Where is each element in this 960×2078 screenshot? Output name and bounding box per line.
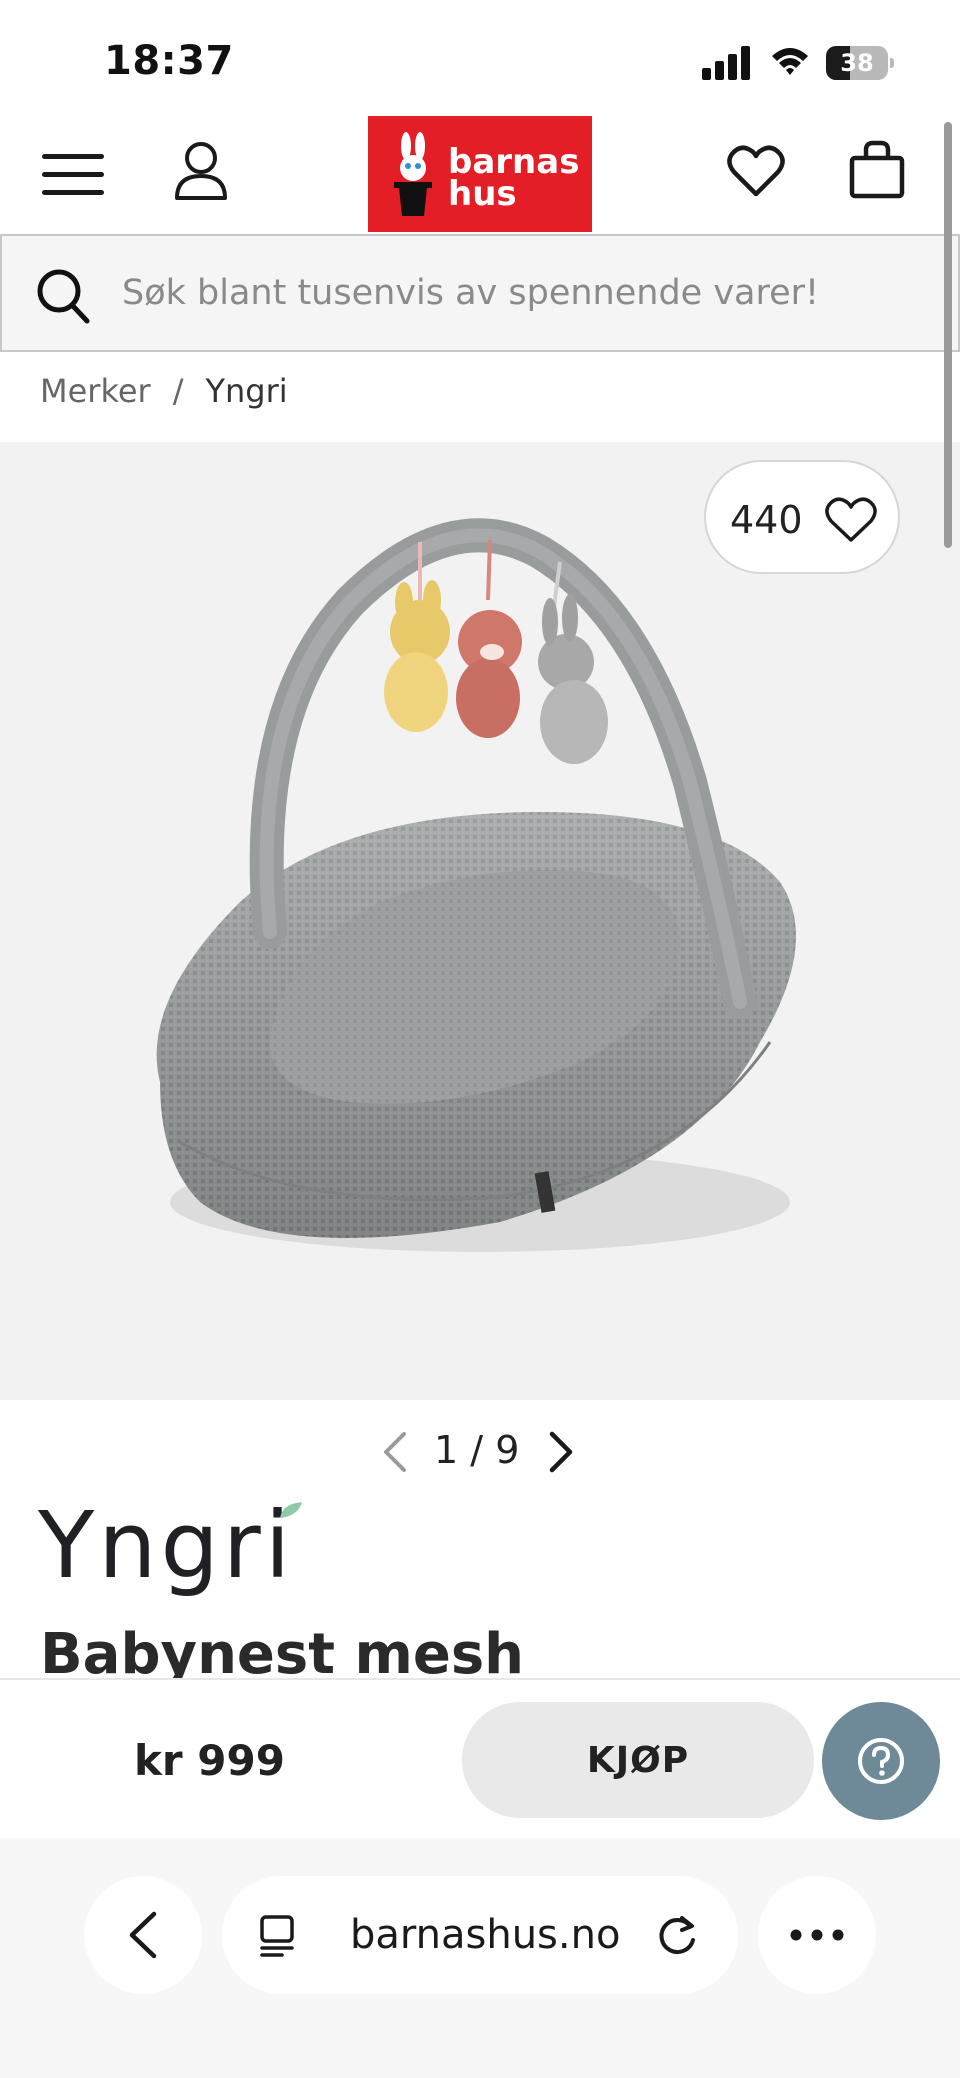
battery-icon: 38 <box>826 46 894 80</box>
browser-toolbar: barnashus.no <box>0 1838 960 2078</box>
breadcrumb-link-merker[interactable]: Merker <box>40 372 151 410</box>
status-time: 18:37 <box>104 38 234 84</box>
gallery-pager: 1 / 9 <box>380 1424 580 1480</box>
menu-icon[interactable] <box>40 148 106 202</box>
brand-leaf-icon <box>280 1502 302 1518</box>
question-mark-icon <box>858 1738 904 1784</box>
pager-count: 1 / 9 <box>434 1428 520 1472</box>
breadcrumb: Merker / Yngri <box>40 372 288 410</box>
favorite-count: 440 <box>730 498 803 542</box>
search-input[interactable] <box>122 258 922 328</box>
site-logo[interactable]: barnas hus <box>368 116 592 232</box>
rabbit-in-hat-icon <box>394 132 432 216</box>
wifi-icon <box>772 48 808 75</box>
back-icon <box>129 1911 157 1959</box>
breadcrumb-current: Yngri <box>205 372 288 410</box>
reader-mode-icon[interactable] <box>258 1914 302 1958</box>
heart-icon <box>825 497 877 542</box>
reload-icon[interactable] <box>654 1912 700 1958</box>
buy-bar: kr 999 KJØP <box>0 1678 960 1838</box>
battery-level: 38 <box>840 49 874 77</box>
search-icon[interactable] <box>36 268 90 324</box>
wishlist-heart-icon[interactable] <box>726 142 786 202</box>
logo-text: barnas hus <box>448 142 580 214</box>
help-button[interactable] <box>822 1702 940 1820</box>
brand-logo[interactable]: Yngri <box>38 1496 294 1596</box>
product-title: Babynest mesh <box>40 1622 525 1678</box>
breadcrumb-separator: / <box>172 372 184 410</box>
address-bar[interactable]: barnashus.no <box>222 1876 738 1994</box>
search-bar <box>0 234 960 352</box>
status-bar: 18:37 38 <box>0 0 960 120</box>
product-image[interactable] <box>120 482 840 1322</box>
buy-button[interactable]: KJØP <box>462 1702 814 1818</box>
browser-more-button[interactable] <box>758 1876 876 1994</box>
product-price: kr 999 <box>134 1736 285 1785</box>
favorite-button[interactable]: 440 <box>704 460 900 574</box>
chevron-right-icon[interactable] <box>546 1430 576 1474</box>
browser-back-button[interactable] <box>84 1876 202 1994</box>
chevron-left-icon[interactable] <box>380 1430 410 1474</box>
more-icon <box>790 1929 844 1941</box>
shopping-bag-icon[interactable] <box>848 140 906 200</box>
page-scrollbar[interactable] <box>944 122 952 548</box>
cellular-signal-icon <box>702 46 750 80</box>
account-icon[interactable] <box>172 140 230 202</box>
url-text: barnashus.no <box>350 1912 621 1958</box>
product-gallery[interactable]: 440 <box>0 442 960 1400</box>
site-header: barnas hus <box>0 112 960 234</box>
